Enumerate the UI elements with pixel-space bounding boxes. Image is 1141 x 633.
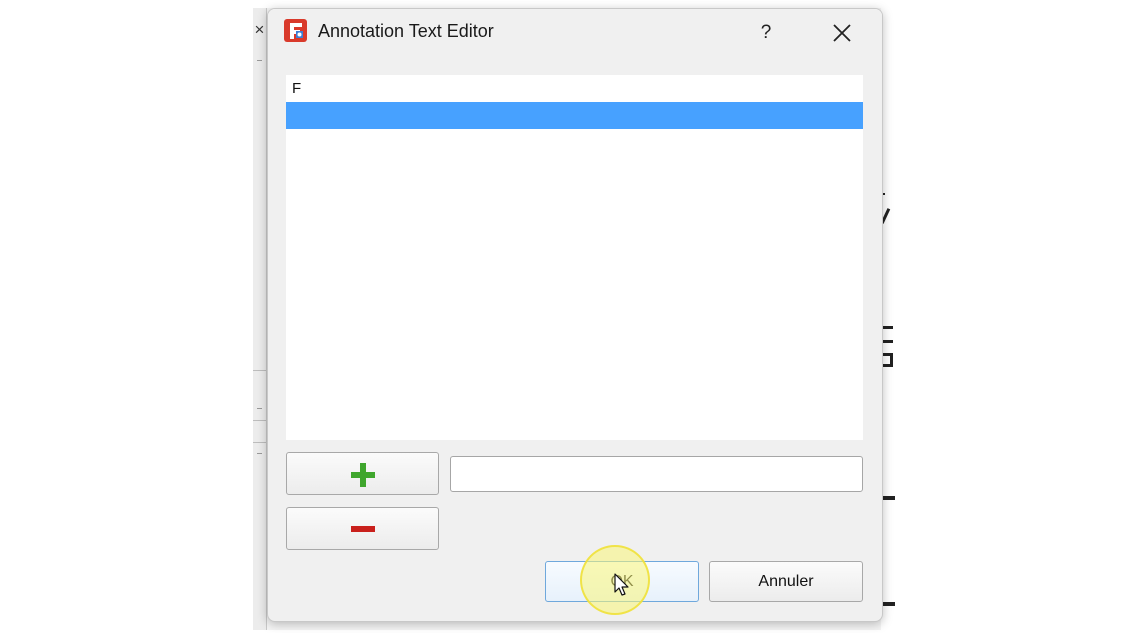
list-item-selected[interactable] (286, 102, 863, 129)
plus-icon (351, 463, 375, 487)
help-button[interactable]: ? (748, 15, 784, 51)
background-close-icon: × (254, 20, 265, 39)
dialog-title: Annotation Text Editor (318, 21, 494, 41)
title-bar: Annotation Text Editor ? (268, 9, 882, 55)
list-item[interactable]: F (286, 75, 863, 102)
close-button[interactable] (822, 15, 862, 51)
add-line-button[interactable] (286, 452, 439, 495)
remove-line-button[interactable] (286, 507, 439, 550)
annotation-text-editor-dialog: Annotation Text Editor ? F OK Annuler (267, 8, 883, 622)
background-drawing-edge (880, 8, 895, 630)
background-side-panel: × (253, 8, 267, 630)
close-icon (833, 24, 851, 42)
line-text-input[interactable] (450, 456, 863, 492)
annotation-lines-list[interactable]: F (286, 75, 863, 440)
cancel-button[interactable]: Annuler (709, 561, 863, 602)
minus-icon (351, 526, 375, 532)
ok-button[interactable]: OK (545, 561, 699, 602)
freecad-icon (283, 18, 308, 43)
